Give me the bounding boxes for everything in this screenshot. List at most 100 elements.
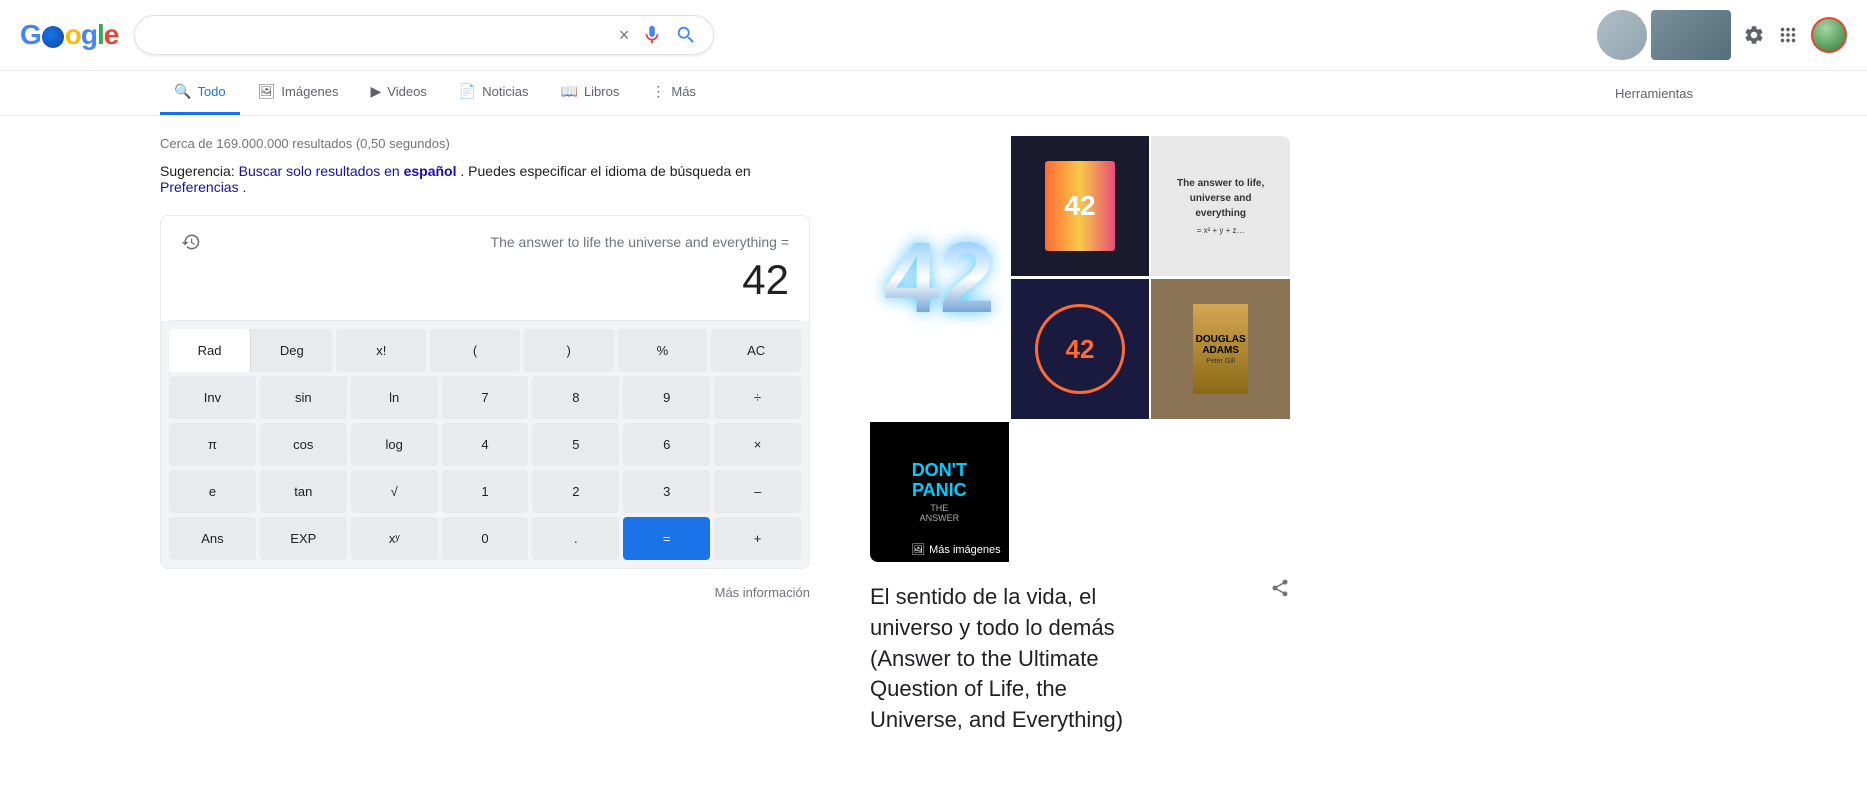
four-button[interactable]: 4 <box>442 423 529 466</box>
results-info: Cerca de 169.000.000 resultados (0,50 se… <box>160 136 810 151</box>
calc-row-3: π cos log 4 5 6 × <box>169 423 801 466</box>
history-icon <box>181 232 201 252</box>
img-cell-book[interactable]: 42 <box>1011 136 1150 276</box>
settings-button[interactable] <box>1743 24 1765 46</box>
nav-imagenes[interactable]: 🖼 Imágenes <box>244 71 353 115</box>
factorial-button[interactable]: x! <box>336 329 426 372</box>
eight-button[interactable]: 8 <box>532 376 619 419</box>
sqrt-button[interactable]: √ <box>351 470 438 513</box>
search-submit-button[interactable] <box>675 24 697 46</box>
ac-button[interactable]: AC <box>711 329 801 372</box>
two-button[interactable]: 2 <box>532 470 619 513</box>
nav-mas[interactable]: ⋮ Más <box>637 71 710 115</box>
mic-button[interactable] <box>641 24 663 46</box>
apps-icon <box>1777 24 1799 46</box>
calc-expression: The answer to life the universe and ever… <box>201 234 789 250</box>
deg-button[interactable]: Deg <box>251 329 332 372</box>
subtract-button[interactable]: – <box>714 470 801 513</box>
avatar[interactable] <box>1811 17 1847 53</box>
calculator: The answer to life the universe and ever… <box>160 215 810 569</box>
calc-row-2: Inv sin ln 7 8 9 ÷ <box>169 376 801 419</box>
exp-button[interactable]: EXP <box>260 517 347 560</box>
calc-buttons: Rad Deg x! ( ) % AC Inv sin ln 7 8 <box>161 321 809 568</box>
img-cell-circle[interactable]: 42 <box>1011 279 1150 419</box>
more-images-button[interactable]: 🖼 Más imágenes <box>903 537 1009 562</box>
calc-display: The answer to life the universe and ever… <box>161 216 809 320</box>
knowledge-title-row: El sentido de la vida, el universo y tod… <box>870 574 1290 736</box>
tan-button[interactable]: tan <box>260 470 347 513</box>
image-preview-strip <box>1597 10 1731 60</box>
main-content: Cerca de 169.000.000 resultados (0,50 se… <box>0 116 1867 756</box>
videos-icon: ▶ <box>371 83 382 100</box>
one-button[interactable]: 1 <box>442 470 529 513</box>
search-input[interactable]: answer to life the universe and everythi… <box>151 26 608 44</box>
header: Gogle answer to life the universe and ev… <box>0 0 1867 71</box>
img-cell-dont-panic[interactable]: DON'TPANIC THEANSWER 🖼 Más imágenes <box>870 422 1009 562</box>
noticias-icon: 📄 <box>459 83 476 100</box>
todo-icon: 🔍 <box>174 83 191 100</box>
five-button[interactable]: 5 <box>532 423 619 466</box>
share-icon <box>1270 578 1290 598</box>
nav-libros[interactable]: 📖 Libros <box>547 71 634 115</box>
more-info[interactable]: Más información <box>160 585 810 600</box>
power-button[interactable]: xʸ <box>351 517 438 560</box>
gear-icon <box>1743 24 1765 46</box>
nav-tools[interactable]: Herramientas <box>1601 74 1707 113</box>
rad-deg-group: Rad Deg <box>169 329 332 372</box>
multiply-button[interactable]: × <box>714 423 801 466</box>
nav-bar: 🔍 Todo 🖼 Imágenes ▶ Videos 📄 Noticias 📖 … <box>0 71 1867 116</box>
close-paren-button[interactable]: ) <box>524 329 614 372</box>
imagenes-icon: 🖼 <box>258 83 276 100</box>
images-grid: 42 42 The answer to life,universe andeve… <box>870 136 1290 562</box>
img-cell-math[interactable]: The answer to life,universe andeverythin… <box>1151 136 1290 276</box>
img-cell-sign[interactable]: DOUGLASADAMS Peter Gill <box>1151 279 1290 419</box>
three-button[interactable]: 3 <box>623 470 710 513</box>
clear-button[interactable]: × <box>619 25 630 46</box>
suggestion-bold-link[interactable]: español <box>404 163 457 179</box>
mic-icon <box>641 24 663 46</box>
open-paren-button[interactable]: ( <box>430 329 520 372</box>
preferences-link[interactable]: Preferencias <box>160 179 239 195</box>
right-column: 42 42 The answer to life,universe andeve… <box>870 136 1290 736</box>
percent-button[interactable]: % <box>618 329 708 372</box>
img-cell-42-blue[interactable]: 42 <box>870 136 1009 420</box>
header-right <box>1597 10 1847 60</box>
ans-button[interactable]: Ans <box>169 517 256 560</box>
globe-icon <box>42 26 64 48</box>
preview-thumb-1 <box>1597 10 1647 60</box>
inv-button[interactable]: Inv <box>169 376 256 419</box>
preview-thumb-2 <box>1651 10 1731 60</box>
nav-videos[interactable]: ▶ Videos <box>357 71 441 115</box>
decimal-button[interactable]: . <box>532 517 619 560</box>
rad-button[interactable]: Rad <box>169 329 250 372</box>
apps-button[interactable] <box>1777 24 1799 46</box>
pi-button[interactable]: π <box>169 423 256 466</box>
calc-row-1: Rad Deg x! ( ) % AC <box>169 329 801 372</box>
sin-button[interactable]: sin <box>260 376 347 419</box>
left-column: Cerca de 169.000.000 resultados (0,50 se… <box>160 136 810 736</box>
search-icon <box>675 24 697 46</box>
log-button[interactable]: log <box>351 423 438 466</box>
cos-button[interactable]: cos <box>260 423 347 466</box>
mas-icon: ⋮ <box>651 83 665 100</box>
add-button[interactable]: + <box>714 517 801 560</box>
nav-noticias[interactable]: 📄 Noticias <box>445 71 543 115</box>
nav-todo[interactable]: 🔍 Todo <box>160 71 240 115</box>
libros-icon: 📖 <box>561 83 578 100</box>
divide-button[interactable]: ÷ <box>714 376 801 419</box>
equals-button[interactable]: = <box>623 517 710 560</box>
share-button[interactable] <box>1270 578 1290 598</box>
suggestion-link1[interactable]: Buscar solo resultados en <box>239 163 400 179</box>
seven-button[interactable]: 7 <box>442 376 529 419</box>
suggestion-text: Sugerencia: Buscar solo resultados en es… <box>160 163 810 195</box>
zero-button[interactable]: 0 <box>442 517 529 560</box>
six-button[interactable]: 6 <box>623 423 710 466</box>
euler-button[interactable]: e <box>169 470 256 513</box>
ln-button[interactable]: ln <box>351 376 438 419</box>
calc-row-5: Ans EXP xʸ 0 . = + <box>169 517 801 560</box>
calc-row-4: e tan √ 1 2 3 – <box>169 470 801 513</box>
nine-button[interactable]: 9 <box>623 376 710 419</box>
calc-result: 42 <box>181 256 789 304</box>
calc-history-button[interactable] <box>181 232 201 252</box>
search-bar: answer to life the universe and everythi… <box>134 15 714 55</box>
